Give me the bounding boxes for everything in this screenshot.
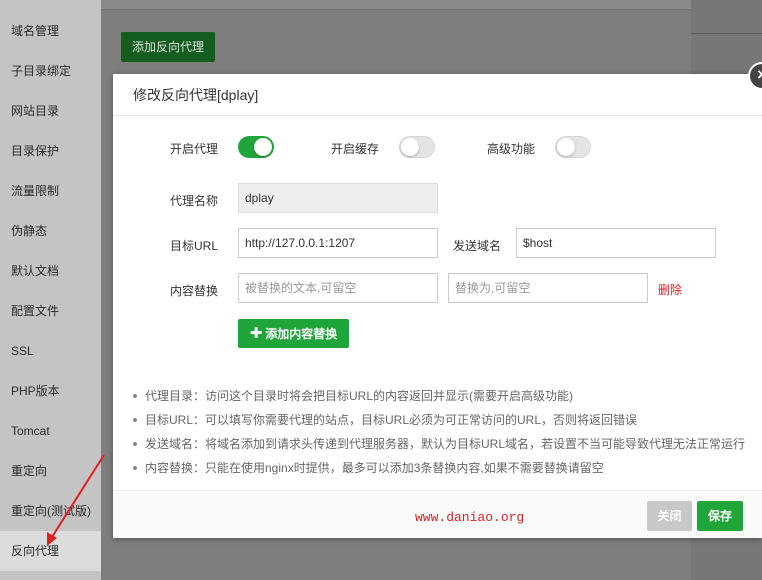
advanced-label: 高级功能 xyxy=(487,142,536,156)
dialog-footer: www.daniao.org 关闭 保存 xyxy=(113,490,762,538)
toggle-knob xyxy=(254,138,272,156)
target-url-label: 目标URL xyxy=(170,239,219,253)
save-button[interactable]: 保存 xyxy=(697,501,743,531)
sidebar-item-site-dir[interactable]: 网站目录 xyxy=(0,91,101,131)
enable-proxy-label: 开启代理 xyxy=(170,142,219,156)
sidebar-item-reverse-proxy[interactable]: 反向代理 xyxy=(0,531,101,571)
replace-to-field[interactable] xyxy=(448,273,648,303)
watermark-text: www.daniao.org xyxy=(415,510,525,525)
sidebar-item-redirect[interactable]: 重定向 xyxy=(0,451,101,491)
delete-replace-link[interactable]: 删除 xyxy=(658,281,682,298)
sidebar: 域名管理 子目录绑定 网站目录 目录保护 流量限制 伪静态 默认文档 配置文件 … xyxy=(0,0,101,580)
main-top-bar xyxy=(101,0,691,10)
sidebar-item-rewrite[interactable]: 伪静态 xyxy=(0,211,101,251)
sidebar-item-subdir[interactable]: 子目录绑定 xyxy=(0,51,101,91)
tip-item: 目标URL：可以填写你需要代理的站点，目标URL必须为可正常访问的URL，否则将… xyxy=(131,408,751,432)
sidebar-item-php[interactable]: PHP版本 xyxy=(0,371,101,411)
edit-reverse-proxy-dialog: 修改反向代理[dplay] 开启代理 开启缓存 高级功能 代理名称 dplay … xyxy=(113,74,762,538)
tip-item: 内容替换：只能在使用nginx时提供，最多可以添加3条替换内容,如果不需要替换请… xyxy=(131,456,751,480)
divider xyxy=(691,33,762,34)
enable-proxy-toggle[interactable] xyxy=(238,136,274,158)
enable-cache-label: 开启缓存 xyxy=(331,142,380,156)
sidebar-item-ssl[interactable]: SSL xyxy=(0,331,101,371)
sidebar-item-domain[interactable]: 域名管理 xyxy=(0,11,101,51)
toggle-knob xyxy=(401,138,419,156)
add-content-replace-button[interactable]: ✚ 添加内容替换 xyxy=(238,319,349,348)
toggle-knob xyxy=(557,138,575,156)
add-reverse-proxy-button[interactable]: 添加反向代理 xyxy=(121,32,215,62)
sidebar-item-dir-protect[interactable]: 目录保护 xyxy=(0,131,101,171)
tip-item: 发送域名：将域名添加到请求头传递到代理服务器，默认为目标URL域名，若设置不当可… xyxy=(131,432,751,456)
add-content-replace-label: 添加内容替换 xyxy=(265,327,338,341)
proxy-name-field: dplay xyxy=(238,183,438,213)
enable-cache-toggle[interactable] xyxy=(399,136,435,158)
tip-item: 代理目录：访问这个目录时将会把目标URL的内容返回并显示(需要开启高级功能) xyxy=(131,384,751,408)
close-button[interactable]: 关闭 xyxy=(647,501,692,531)
sidebar-item-config[interactable]: 配置文件 xyxy=(0,291,101,331)
content-replace-label: 内容替换 xyxy=(170,284,219,298)
send-domain-label: 发送域名 xyxy=(453,239,502,253)
sidebar-item-tomcat[interactable]: Tomcat xyxy=(0,411,101,451)
proxy-name-label: 代理名称 xyxy=(170,194,219,208)
sidebar-item-traffic[interactable]: 流量限制 xyxy=(0,171,101,211)
replace-from-field[interactable] xyxy=(238,273,438,303)
sidebar-item-redirect-beta[interactable]: 重定向(测试版) xyxy=(0,491,101,531)
send-domain-field[interactable]: $host xyxy=(516,228,716,258)
help-tips: 代理目录：访问这个目录时将会把目标URL的内容返回并显示(需要开启高级功能) 目… xyxy=(131,384,751,480)
plus-icon: ✚ xyxy=(249,325,263,342)
advanced-toggle[interactable] xyxy=(555,136,591,158)
dialog-title: 修改反向代理[dplay] xyxy=(113,74,762,116)
sidebar-item-default-doc[interactable]: 默认文档 xyxy=(0,251,101,291)
target-url-field[interactable]: http://127.0.0.1:1207 xyxy=(238,228,438,258)
